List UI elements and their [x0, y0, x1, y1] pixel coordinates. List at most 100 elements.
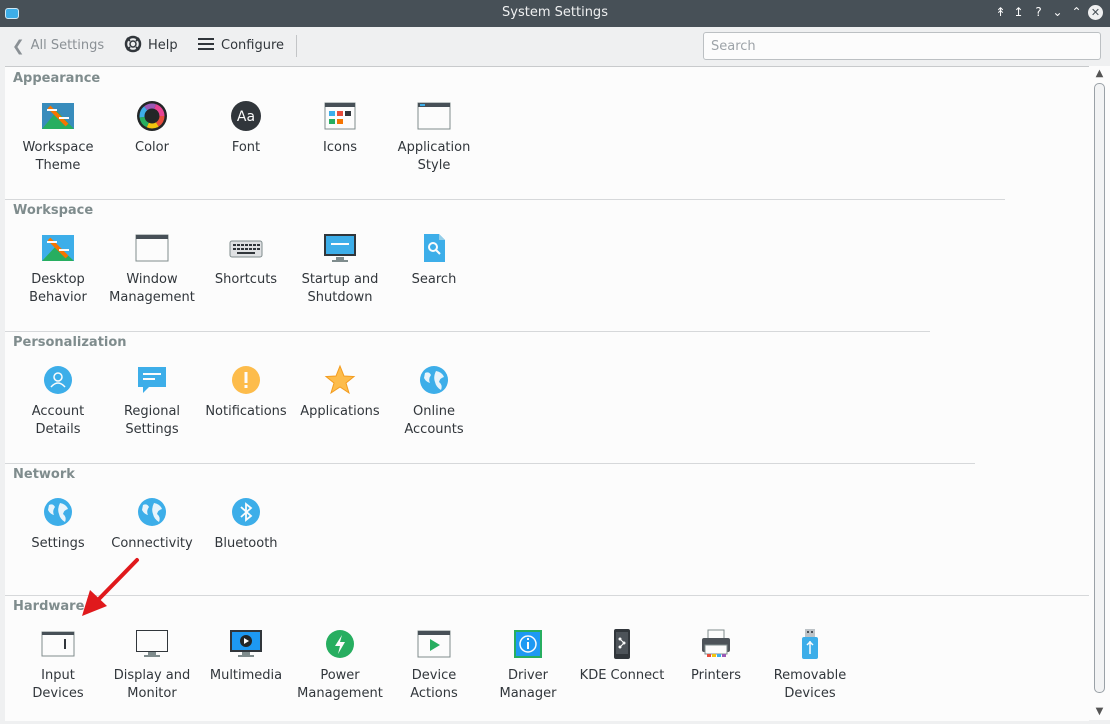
item-label: Notifications	[205, 404, 287, 419]
power-icon	[323, 627, 357, 661]
color-icon	[135, 99, 169, 133]
search-input[interactable]	[703, 32, 1101, 60]
item-icons[interactable]: Icons	[294, 99, 386, 157]
item-label: Applications	[300, 404, 380, 419]
configure-button[interactable]: Configure	[197, 36, 284, 56]
item-power-management[interactable]: Power Management	[294, 627, 386, 703]
keep-below-button[interactable]: ↥	[1010, 4, 1027, 21]
item-account-details[interactable]: Account Details	[12, 363, 104, 439]
section-hardware: Hardware Input Devices Display and Monit…	[5, 595, 1089, 721]
configure-label: Configure	[221, 38, 285, 53]
settings-overview: Appearance Workspace Theme Color Aa Font…	[5, 66, 1089, 721]
keep-above-button[interactable]: ↟	[992, 4, 1009, 21]
usb-icon	[793, 627, 827, 661]
item-label: Display and Monitor	[113, 668, 191, 701]
item-online-accounts[interactable]: Online Accounts	[388, 363, 480, 439]
item-application-style[interactable]: Application Style	[388, 99, 480, 175]
monitor-icon	[135, 627, 169, 661]
section-title: Hardware	[13, 599, 85, 614]
item-bluetooth[interactable]: Bluetooth	[200, 495, 292, 553]
item-color[interactable]: Color	[106, 99, 198, 157]
section-divider	[5, 463, 975, 464]
toolbar-separator	[296, 35, 297, 57]
section-network: Network Settings Connectivity Bluetooth	[5, 463, 1089, 595]
section-divider	[5, 595, 1089, 596]
item-connectivity[interactable]: Connectivity	[106, 495, 198, 553]
item-network-settings[interactable]: Settings	[12, 495, 104, 553]
help-label: Help	[148, 38, 178, 53]
window-management-icon	[135, 231, 169, 265]
help-button[interactable]: Help	[124, 35, 178, 58]
help-window-button[interactable]: ?	[1030, 4, 1047, 21]
item-multimedia[interactable]: Multimedia	[200, 627, 292, 685]
workspace-theme-icon	[41, 99, 75, 133]
scroll-up-icon[interactable]: ▲	[1089, 66, 1110, 82]
icons-icon	[323, 99, 357, 133]
item-window-management[interactable]: Window Management	[106, 231, 198, 307]
item-label: Desktop Behavior	[29, 272, 87, 305]
item-label: Application Style	[397, 140, 471, 173]
window-titlebar[interactable]: System Settings ↟ ↥ ? ⌄ ⌃ ✕	[0, 0, 1110, 27]
section-divider	[5, 331, 930, 332]
item-kde-connect[interactable]: KDE Connect	[576, 627, 668, 685]
item-device-actions[interactable]: Device Actions	[388, 627, 480, 703]
item-label: Font	[231, 140, 261, 155]
maximize-button[interactable]: ⌃	[1068, 4, 1085, 21]
item-label: Search	[411, 272, 457, 287]
item-removable-devices[interactable]: Removable Devices	[764, 627, 856, 703]
chevron-left-icon: ❮	[12, 37, 25, 55]
driver-manager-icon	[511, 627, 545, 661]
section-title: Network	[13, 467, 75, 482]
item-input-devices[interactable]: Input Devices	[12, 627, 104, 703]
item-label: Regional Settings	[123, 404, 181, 437]
lifebuoy-icon	[124, 35, 142, 58]
item-label: Input Devices	[32, 668, 84, 701]
font-icon: Aa	[229, 99, 263, 133]
item-printers[interactable]: Printers	[670, 627, 762, 685]
item-startup-shutdown[interactable]: Startup and Shutdown	[294, 231, 386, 307]
item-label: Printers	[690, 668, 742, 683]
multimedia-icon	[229, 627, 263, 661]
item-applications[interactable]: Applications	[294, 363, 386, 421]
input-devices-icon	[41, 627, 75, 661]
applications-star-icon	[323, 363, 357, 397]
item-font[interactable]: Aa Font	[200, 99, 292, 157]
scroll-down-icon[interactable]: ▼	[1089, 704, 1110, 720]
section-title: Workspace	[13, 203, 94, 218]
minimize-button[interactable]: ⌄	[1049, 4, 1066, 21]
all-settings-button[interactable]: ❮ All Settings	[12, 36, 104, 56]
hamburger-menu-icon	[197, 36, 215, 56]
section-divider	[5, 199, 1005, 200]
regional-icon	[135, 363, 169, 397]
item-label: Bluetooth	[214, 536, 278, 551]
item-notifications[interactable]: Notifications	[200, 363, 292, 421]
device-actions-icon	[417, 627, 451, 661]
section-personalization: Personalization Account Details Regional…	[5, 331, 1089, 463]
globe-icon	[417, 363, 451, 397]
item-regional-settings[interactable]: Regional Settings	[106, 363, 198, 439]
startup-shutdown-icon	[323, 231, 357, 265]
item-label: Startup and Shutdown	[301, 272, 379, 305]
item-desktop-behavior[interactable]: Desktop Behavior	[12, 231, 104, 307]
section-title: Personalization	[13, 335, 127, 350]
item-label: Workspace Theme	[22, 140, 94, 173]
item-label: Color	[135, 140, 169, 155]
item-label: Window Management	[109, 272, 195, 305]
vertical-scrollbar[interactable]: ▲ ▼	[1089, 66, 1110, 720]
item-label: Device Actions	[410, 668, 458, 701]
item-shortcuts[interactable]: Shortcuts	[200, 231, 292, 289]
item-display-monitor[interactable]: Display and Monitor	[106, 627, 198, 703]
item-workspace-theme[interactable]: Workspace Theme	[12, 99, 104, 175]
svg-text:Aa: Aa	[237, 109, 255, 125]
keyboard-icon	[229, 231, 263, 265]
item-label: Account Details	[31, 404, 85, 437]
all-settings-label: All Settings	[30, 38, 105, 53]
printer-icon	[699, 627, 733, 661]
kde-connect-icon	[605, 627, 639, 661]
item-search[interactable]: Search	[388, 231, 480, 289]
item-driver-manager[interactable]: Driver Manager	[482, 627, 574, 703]
search-icon	[417, 231, 451, 265]
item-label: Icons	[323, 140, 357, 155]
scrollbar-thumb[interactable]	[1094, 83, 1105, 693]
close-button[interactable]: ✕	[1088, 5, 1103, 20]
